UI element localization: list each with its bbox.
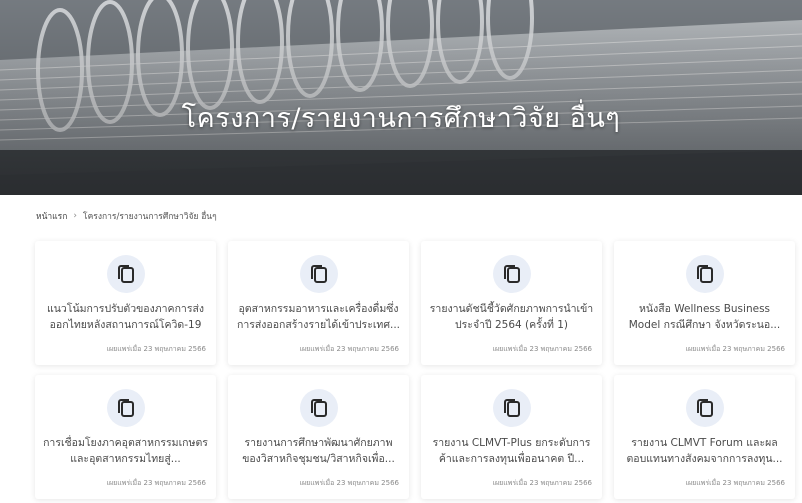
page-title: โครงการ/รายงานการศึกษาวิจัย อื่นๆ bbox=[181, 103, 621, 135]
report-title: รายงาน CLMVT Forum และผลตอบแทนทางสังคมจา… bbox=[626, 437, 783, 465]
report-card[interactable]: หนังสือ Wellness Business Model กรณีศึกษ… bbox=[614, 241, 795, 365]
publish-date: เผยแพร่เมื่อ 23 พฤษภาคม 2566 bbox=[492, 479, 592, 487]
report-title: รายงานการศึกษาพัฒนาศักยภาพของวิสาหกิจชุม… bbox=[242, 437, 395, 465]
document-icon bbox=[686, 389, 724, 427]
report-title: การเชื่อมโยงภาคอุตสาหกรรมเกษตรและอุตสาหก… bbox=[43, 437, 208, 465]
document-icon bbox=[493, 255, 531, 293]
document-icon bbox=[300, 389, 338, 427]
document-icon bbox=[107, 255, 145, 293]
report-title: รายงานดัชนีชี้วัดศักยภาพการนำเข้า ประจำป… bbox=[429, 303, 594, 331]
breadcrumb-home-link[interactable]: หน้าแรก bbox=[36, 209, 67, 223]
publish-date: เผยแพร่เมื่อ 23 พฤษภาคม 2566 bbox=[299, 345, 399, 353]
report-card[interactable]: รายงานดัชนีชี้วัดศักยภาพการนำเข้า ประจำป… bbox=[421, 241, 602, 365]
publish-date: เผยแพร่เมื่อ 23 พฤษภาคม 2566 bbox=[492, 345, 592, 353]
breadcrumb-current: โครงการ/รายงานการศึกษาวิจัย อื่นๆ bbox=[83, 212, 217, 222]
document-icon bbox=[686, 255, 724, 293]
report-card[interactable]: รายงานการศึกษาพัฒนาศักยภาพของวิสาหกิจชุม… bbox=[228, 375, 409, 499]
publish-date: เผยแพร่เมื่อ 23 พฤษภาคม 2566 bbox=[106, 479, 206, 487]
publish-date: เผยแพร่เมื่อ 23 พฤษภาคม 2566 bbox=[685, 345, 785, 353]
report-title: รายงาน CLMVT-Plus ยกระดับการค้าและการลงท… bbox=[432, 437, 591, 465]
report-title: หนังสือ Wellness Business Model กรณีศึกษ… bbox=[628, 303, 781, 331]
report-card[interactable]: รายงาน CLMVT-Plus ยกระดับการค้าและการลงท… bbox=[421, 375, 602, 499]
report-card[interactable]: อุตสาหกรรมอาหารและเครื่องดื่มซึ่งการส่งอ… bbox=[228, 241, 409, 365]
document-icon bbox=[493, 389, 531, 427]
hero-banner: โครงการ/รายงานการศึกษาวิจัย อื่นๆ bbox=[0, 0, 802, 195]
document-icon bbox=[107, 389, 145, 427]
publish-date: เผยแพร่เมื่อ 23 พฤษภาคม 2566 bbox=[106, 345, 206, 353]
breadcrumb-separator: › bbox=[73, 211, 77, 221]
document-icon bbox=[300, 255, 338, 293]
report-card-grid: แนวโน้มการปรับตัวของภาคการส่งออกไทยหลังส… bbox=[35, 241, 795, 499]
report-card[interactable]: แนวโน้มการปรับตัวของภาคการส่งออกไทยหลังส… bbox=[35, 241, 216, 365]
breadcrumb: หน้าแรก › โครงการ/รายงานการศึกษาวิจัย อื… bbox=[36, 209, 217, 223]
report-card[interactable]: รายงาน CLMVT Forum และผลตอบแทนทางสังคมจา… bbox=[614, 375, 795, 499]
report-title: แนวโน้มการปรับตัวของภาคการส่งออกไทยหลังส… bbox=[46, 303, 205, 331]
publish-date: เผยแพร่เมื่อ 23 พฤษภาคม 2566 bbox=[299, 479, 399, 487]
publish-date: เผยแพร่เมื่อ 23 พฤษภาคม 2566 bbox=[685, 479, 785, 487]
report-card[interactable]: การเชื่อมโยงภาคอุตสาหกรรมเกษตรและอุตสาหก… bbox=[35, 375, 216, 499]
report-title: อุตสาหกรรมอาหารและเครื่องดื่มซึ่งการส่งอ… bbox=[236, 303, 401, 331]
